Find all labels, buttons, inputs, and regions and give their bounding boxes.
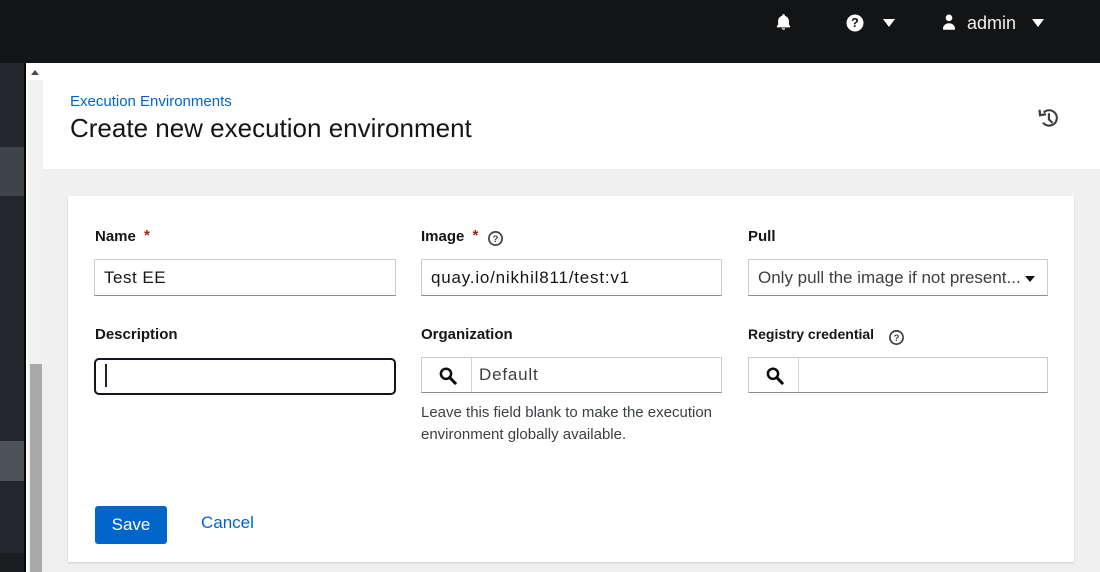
svg-text:?: ? — [493, 234, 499, 245]
svg-text:?: ? — [851, 16, 859, 30]
svg-text:?: ? — [894, 333, 900, 344]
